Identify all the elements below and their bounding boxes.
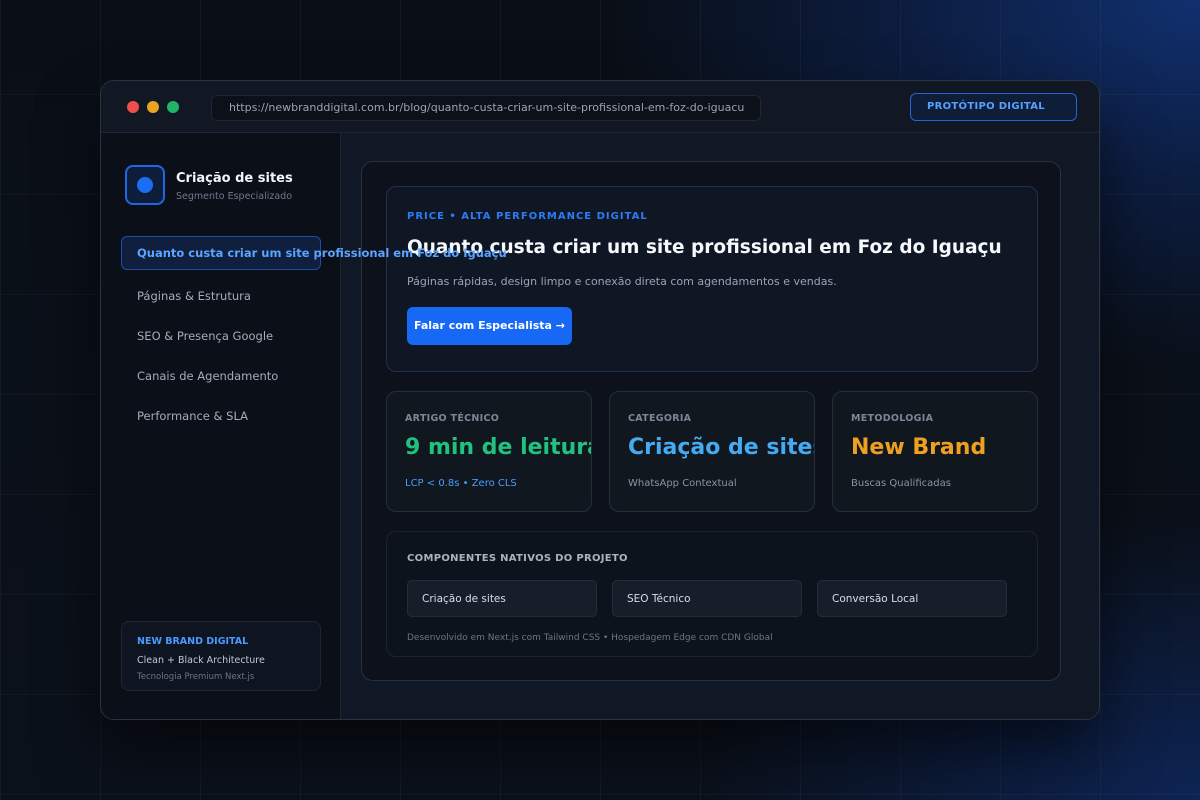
stat-card-methodology: METODOLOGIA New Brand Buscas Qualificada… bbox=[832, 391, 1038, 512]
sidebar: Criação de sites Segmento Especializado … bbox=[101, 133, 507, 719]
browser-titlebar: https://newbranddigital.com.br/blog/quan… bbox=[101, 81, 1099, 133]
stat-card-category: CATEGORIA Criação de sites WhatsApp Cont… bbox=[609, 391, 815, 512]
stat-card-article: ARTIGO TÉCNICO 9 min de leitura LCP < 0.… bbox=[386, 391, 592, 512]
card-title: NEW BRAND DIGITAL bbox=[137, 636, 249, 647]
stat-label: METODOLOGIA bbox=[851, 413, 934, 424]
hero-subtitle: Páginas rápidas, design limpo e conexão … bbox=[407, 275, 837, 288]
brand-subtitle: Segmento Especializado bbox=[176, 191, 293, 202]
components-footer: Desenvolvido em Next.js com Tailwind CSS… bbox=[407, 633, 773, 643]
stat-value: New Brand bbox=[851, 435, 987, 460]
component-chip[interactable]: Criação de sites bbox=[407, 580, 597, 617]
component-chip[interactable]: SEO Técnico bbox=[612, 580, 802, 617]
sidebar-item-seo[interactable]: SEO & Presença Google bbox=[121, 319, 321, 353]
brand-logo-icon bbox=[125, 165, 165, 205]
stat-note: WhatsApp Contextual bbox=[628, 478, 737, 489]
stat-note: LCP < 0.8s • Zero CLS bbox=[405, 478, 517, 489]
stat-label: CATEGORIA bbox=[628, 413, 692, 424]
prototype-badge: PROTÓTIPO DIGITAL bbox=[910, 93, 1077, 121]
contact-specialist-button[interactable]: Falar com Especialista → bbox=[407, 307, 572, 345]
main-content: PRICE • ALTA PERFORMANCE DIGITAL Quanto … bbox=[341, 133, 1099, 719]
components-card: COMPONENTES NATIVOS DO PROJETO Criação d… bbox=[386, 531, 1038, 657]
sidebar-brand-card: NEW BRAND DIGITAL Clean + Black Architec… bbox=[121, 621, 321, 691]
stat-value: 9 min de leitura bbox=[405, 435, 592, 460]
stat-note: Buscas Qualificadas bbox=[851, 478, 951, 489]
component-chip[interactable]: Conversão Local bbox=[817, 580, 1007, 617]
sidebar-item-pages[interactable]: Páginas & Estrutura bbox=[121, 279, 321, 313]
url-bar[interactable]: https://newbranddigital.com.br/blog/quan… bbox=[211, 95, 761, 121]
components-title: COMPONENTES NATIVOS DO PROJETO bbox=[407, 553, 628, 564]
hero-eyebrow: PRICE • ALTA PERFORMANCE DIGITAL bbox=[407, 211, 648, 222]
card-line-1: Clean + Black Architecture bbox=[137, 655, 265, 666]
sidebar-item-scheduling[interactable]: Canais de Agendamento bbox=[121, 359, 321, 393]
sidebar-item-article[interactable]: Quanto custa criar um site profissional … bbox=[121, 236, 507, 270]
brand-title: Criação de sites bbox=[176, 171, 293, 186]
browser-window: https://newbranddigital.com.br/blog/quan… bbox=[100, 80, 1100, 720]
minimize-window-button[interactable] bbox=[147, 101, 159, 113]
card-line-2: Tecnologia Premium Next.js bbox=[137, 672, 255, 682]
maximize-window-button[interactable] bbox=[167, 101, 179, 113]
close-window-button[interactable] bbox=[127, 101, 139, 113]
stat-value: Criação de sites bbox=[628, 435, 815, 460]
stat-label: ARTIGO TÉCNICO bbox=[405, 413, 500, 424]
content-panel: PRICE • ALTA PERFORMANCE DIGITAL Quanto … bbox=[361, 161, 1061, 681]
sidebar-item-performance[interactable]: Performance & SLA bbox=[121, 399, 321, 433]
hero-card: PRICE • ALTA PERFORMANCE DIGITAL Quanto … bbox=[386, 186, 1038, 372]
